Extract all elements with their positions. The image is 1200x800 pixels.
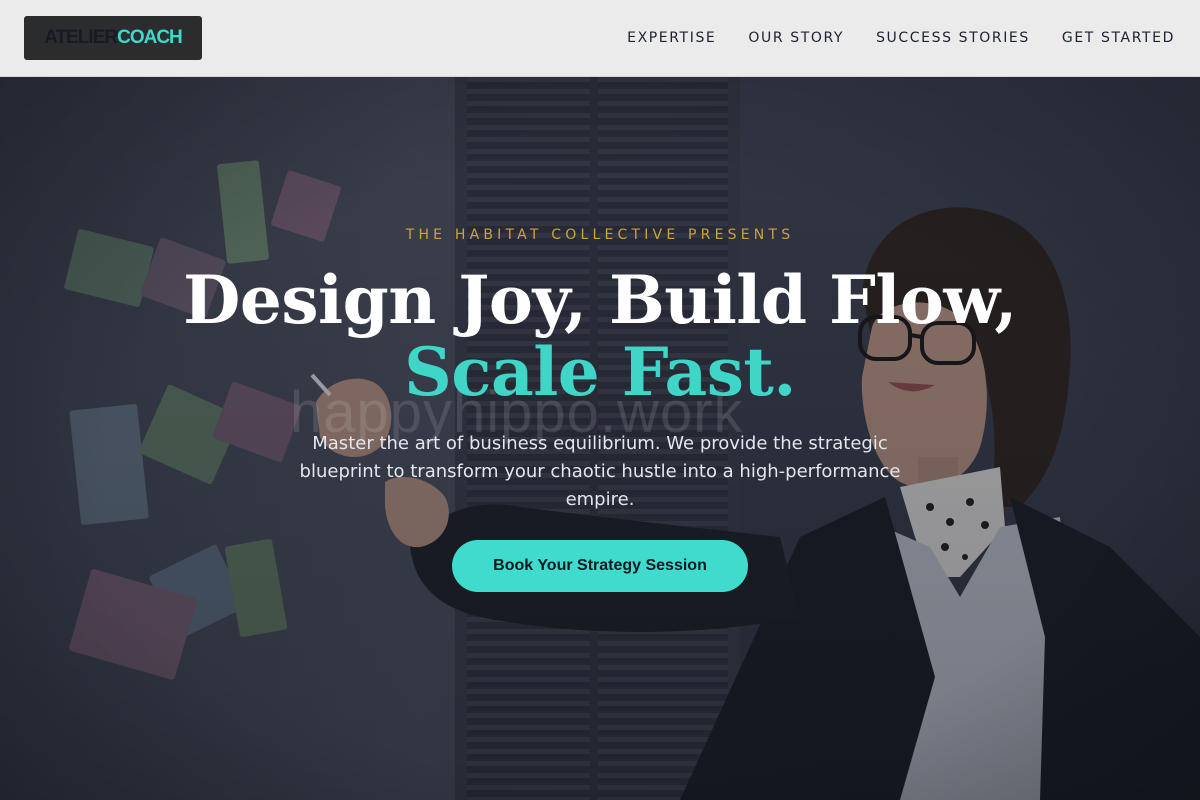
book-strategy-session-button[interactable]: Book Your Strategy Session <box>452 540 748 592</box>
nav-link-get-started[interactable]: GET STARTED <box>1062 30 1175 46</box>
main-nav: EXPERTISE OUR STORY SUCCESS STORIES GET … <box>595 0 1175 76</box>
hero-title-line2: Scale Fast. <box>404 333 796 411</box>
hero-section: happyhippo.work THE HABITAT COLLECTIVE P… <box>0 77 1200 800</box>
logo-word-atelier: ATELIER <box>44 27 118 48</box>
brand-logo[interactable]: ATELIER COACH <box>24 16 202 60</box>
nav-link-success-stories[interactable]: SUCCESS STORIES <box>876 30 1030 46</box>
hero-eyebrow: THE HABITAT COLLECTIVE PRESENTS <box>405 227 795 243</box>
logo-word-coach: COACH <box>117 27 183 48</box>
hero-subtitle: Master the art of business equilibrium. … <box>299 433 901 510</box>
site-header: ATELIER COACH EXPERTISE OUR STORY SUCCESS… <box>0 0 1200 77</box>
hero-title-line1: Design Joy, Build Flow, <box>183 261 1017 339</box>
nav-link-expertise[interactable]: EXPERTISE <box>627 30 716 46</box>
nav-link-our-story[interactable]: OUR STORY <box>748 30 844 46</box>
